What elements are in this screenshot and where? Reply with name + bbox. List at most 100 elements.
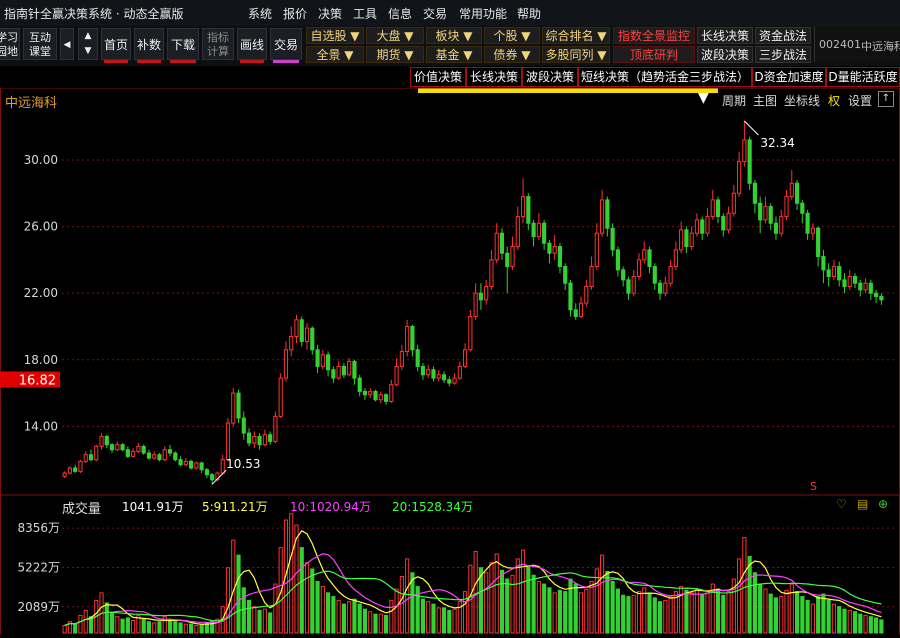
tab-swing-decision[interactable]: 波段决策: [522, 67, 578, 87]
volume-bar: [737, 558, 742, 634]
menu-tools[interactable]: 工具: [353, 5, 377, 22]
settings-control[interactable]: 设置: [848, 92, 872, 109]
menu-info[interactable]: 信息: [388, 5, 412, 22]
long-term-decision-button[interactable]: 长线决策: [697, 27, 753, 44]
study-area-button[interactable]: 学习 园地: [0, 28, 20, 60]
volume-bar: [167, 618, 173, 634]
trade-button[interactable]: 交易: [270, 28, 302, 63]
menu-decision[interactable]: 决策: [318, 5, 342, 22]
maximize-icon[interactable]: ↑: [878, 91, 894, 107]
bond-dropdown[interactable]: 债券 ▼: [484, 46, 540, 63]
volume-bar: [779, 596, 784, 634]
volume-bar: [194, 624, 199, 634]
interactive-class-button[interactable]: 互动 课堂: [23, 28, 57, 60]
tab-short-term-decision[interactable]: 短线决策（趋势活金三步战法）: [578, 67, 752, 87]
period-control[interactable]: 周期: [722, 92, 746, 109]
candle-body: [447, 379, 452, 384]
candle-body: [473, 292, 478, 317]
tab-capital-acceleration[interactable]: D资金加速度: [752, 67, 826, 87]
stock-code: 002401: [819, 38, 861, 51]
scroll-arrows-icon[interactable]: ▲ ▼: [78, 28, 98, 60]
volume-bar: [405, 558, 410, 634]
menu-common[interactable]: 常用功能: [459, 5, 507, 22]
ranking-dropdown[interactable]: 综合排名 ▼: [542, 27, 610, 44]
home-button-label: 首页: [103, 38, 128, 52]
tab-volume-activity[interactable]: D量能活跃度: [826, 67, 900, 87]
indicator-calc-button[interactable]: 指标 计算: [202, 28, 234, 60]
volume-bar: [874, 617, 879, 634]
sector-dropdown[interactable]: 板块 ▼: [426, 27, 482, 44]
volume-bar: [589, 581, 594, 634]
candle-body: [515, 216, 520, 248]
draw-line-button[interactable]: 画线: [237, 28, 267, 63]
zoom-icon[interactable]: ⊕: [878, 497, 888, 511]
candle-body: [378, 394, 383, 401]
volume-bar: [789, 583, 794, 634]
tab-value-decision[interactable]: 价值决策: [410, 67, 466, 87]
volume-bar: [831, 603, 837, 634]
volume-bar: [463, 591, 468, 634]
three-step-tactics-button[interactable]: 三步战法: [755, 46, 811, 63]
volume-bar: [647, 593, 652, 634]
fund-dropdown[interactable]: 基金 ▼: [426, 46, 482, 63]
swing-decision-button[interactable]: 波段决策: [697, 46, 753, 63]
heart-icon[interactable]: ♡: [836, 497, 847, 511]
candle-body: [441, 374, 447, 381]
stock-dropdown[interactable]: 个股 ▼: [484, 27, 540, 44]
candle-body: [104, 435, 109, 446]
volume-bar: [610, 581, 615, 634]
candle-body: [115, 444, 120, 451]
kline-chart[interactable]: 30.00 26.00 22.00 18.00 14.00 16.82 8356万 5222…: [0, 87, 900, 635]
axis-line-control[interactable]: 坐标线: [784, 92, 820, 109]
menu-quote[interactable]: 报价: [283, 5, 307, 22]
menu-trade[interactable]: 交易: [423, 5, 447, 22]
candle-body: [189, 460, 194, 469]
volume-bar: [763, 588, 768, 634]
chart-area[interactable]: 30.00 26.00 22.00 18.00 14.00 16.82 8356万 5222…: [0, 87, 900, 635]
volume-bar: [552, 592, 557, 634]
candle-body: [721, 216, 726, 231]
volume-bar: [347, 601, 352, 634]
home-button[interactable]: 首页: [101, 28, 131, 63]
panorama-dropdown[interactable]: 全景 ▼: [306, 46, 364, 63]
candle-body: [178, 459, 183, 466]
candle-body: [310, 327, 315, 351]
volume-bar: [252, 606, 257, 634]
volume-bar: [584, 588, 589, 634]
watchlist-dropdown[interactable]: 自选股 ▼: [306, 27, 364, 44]
candle-body: [220, 459, 225, 474]
calendar-icon[interactable]: ▤: [857, 497, 868, 511]
candle-body: [710, 199, 715, 218]
triangle-down-icon[interactable]: ▼: [698, 90, 709, 106]
volume-bar: [826, 599, 831, 634]
menu-help[interactable]: 帮助: [517, 5, 541, 22]
tab-long-term-decision[interactable]: 长线决策: [466, 67, 522, 87]
top-bottom-analysis-button[interactable]: 顶底研判: [613, 46, 695, 63]
candle-body: [626, 279, 631, 294]
volume-bar: [531, 574, 536, 634]
candle-body: [636, 259, 642, 278]
index-dropdown[interactable]: 大盘 ▼: [366, 27, 424, 44]
main-chart-control[interactable]: 主图: [753, 92, 777, 109]
volume-bar: [73, 623, 78, 634]
candle-body: [468, 315, 473, 351]
menu-system[interactable]: 系统: [248, 5, 272, 22]
rights-control[interactable]: 权: [828, 92, 840, 109]
candle-body: [621, 269, 626, 281]
stock-name: 中远海科: [861, 40, 900, 53]
supplement-data-button[interactable]: 补数: [134, 28, 164, 63]
volume-bar: [547, 587, 552, 634]
price-tick-label: 14.00: [24, 419, 58, 433]
candle-body: [794, 182, 800, 204]
volume-bar: [109, 612, 115, 634]
candle-body: [210, 474, 215, 481]
chevron-left-icon[interactable]: ◀: [60, 28, 74, 60]
volume-bar: [131, 619, 136, 634]
candle-body: [679, 229, 684, 251]
capital-tactics-button[interactable]: 资金战法: [755, 27, 811, 44]
download-button[interactable]: 下载: [167, 28, 199, 63]
index-panorama-monitor-button[interactable]: 指数全景监控: [613, 27, 695, 44]
futures-dropdown[interactable]: 期货 ▼: [366, 46, 424, 63]
volume-bar: [852, 611, 858, 634]
multi-stock-dropdown[interactable]: 多股同列 ▼: [542, 46, 610, 63]
